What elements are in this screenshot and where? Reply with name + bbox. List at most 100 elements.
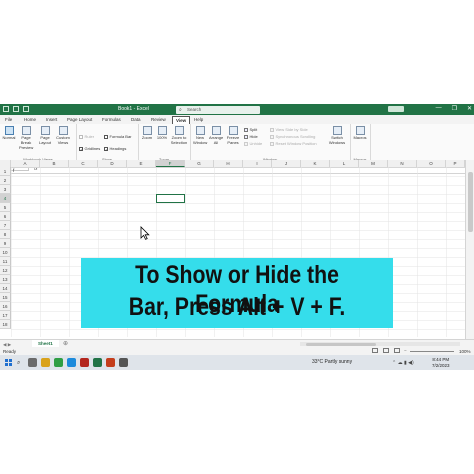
column-header[interactable]: O xyxy=(417,160,446,167)
zoom-button[interactable]: Zoom xyxy=(140,126,154,141)
column-header[interactable]: E xyxy=(127,160,156,167)
user-account[interactable] xyxy=(388,106,404,112)
column-header[interactable]: G xyxy=(185,160,214,167)
column-header[interactable]: I xyxy=(243,160,272,167)
row-header[interactable]: 2 xyxy=(0,176,11,185)
excel-taskbar-icon[interactable] xyxy=(93,358,102,367)
tab-formulas[interactable]: Formulas xyxy=(102,117,121,122)
reset-window-position-button[interactable]: Reset Window Position xyxy=(270,141,317,146)
undo-icon[interactable] xyxy=(23,106,29,112)
save-icon[interactable] xyxy=(13,106,19,112)
hide-button[interactable]: Hide xyxy=(244,134,258,139)
tab-page-layout[interactable]: Page Layout xyxy=(67,117,92,122)
normal-view-button[interactable]: Normal xyxy=(2,126,16,141)
search-box[interactable]: ⌕ Search xyxy=(176,105,260,114)
new-window-button[interactable]: New Window xyxy=(193,126,207,146)
tab-insert[interactable]: Insert xyxy=(46,117,57,122)
row-header[interactable]: 7 xyxy=(0,221,11,230)
column-header[interactable]: C xyxy=(69,160,98,167)
freeze-panes-button[interactable]: Freeze Panes xyxy=(226,126,240,146)
tab-help[interactable]: Help xyxy=(194,117,203,122)
column-header[interactable]: A xyxy=(11,160,40,167)
row-header[interactable]: 17 xyxy=(0,311,11,320)
edge-icon[interactable] xyxy=(67,358,76,367)
powerpoint-icon[interactable] xyxy=(106,358,115,367)
page-break-preview-button[interactable]: Page Break Preview xyxy=(19,126,33,150)
row-header[interactable]: 6 xyxy=(0,212,11,221)
app-icon[interactable] xyxy=(80,358,89,367)
column-header[interactable]: J xyxy=(272,160,301,167)
headings-checkbox[interactable]: ✓ Headings xyxy=(104,146,126,151)
horizontal-scrollbar[interactable] xyxy=(300,342,460,346)
scroll-thumb[interactable] xyxy=(306,342,376,346)
switch-windows-button[interactable]: Switch Windows xyxy=(326,126,348,146)
row-header[interactable]: 14 xyxy=(0,284,11,293)
file-explorer-icon[interactable] xyxy=(41,358,50,367)
custom-views-button[interactable]: Custom Views xyxy=(56,126,70,146)
column-header[interactable]: L xyxy=(330,160,359,167)
gridlines-checkbox[interactable]: ✓ Gridlines xyxy=(79,146,100,151)
close-button[interactable]: ✕ xyxy=(467,105,472,112)
view-side-by-side-button[interactable]: View Side by Side xyxy=(270,127,308,132)
row-header[interactable]: 5 xyxy=(0,203,11,212)
row-header[interactable]: 9 xyxy=(0,239,11,248)
clock[interactable]: 8:44 PM 7/2/2023 xyxy=(432,357,450,368)
tab-data[interactable]: Data xyxy=(131,117,141,122)
new-window-label: New Window xyxy=(193,135,208,145)
app-icon[interactable] xyxy=(119,358,128,367)
column-header[interactable]: D xyxy=(98,160,127,167)
column-header-active[interactable]: F xyxy=(156,160,185,167)
add-sheet-icon[interactable]: ⊕ xyxy=(63,340,68,347)
row-header[interactable]: 11 xyxy=(0,257,11,266)
macros-button[interactable]: Macros xyxy=(353,126,367,141)
task-view-icon[interactable] xyxy=(28,358,37,367)
row-header[interactable]: 16 xyxy=(0,302,11,311)
row-header[interactable]: 8 xyxy=(0,230,11,239)
row-header[interactable]: 3 xyxy=(0,185,11,194)
zoom-to-selection-button[interactable]: Zoom to Selection xyxy=(170,126,188,146)
chrome-icon[interactable] xyxy=(54,358,63,367)
zoom-level: 100% xyxy=(459,348,471,354)
column-header[interactable]: M xyxy=(359,160,388,167)
page-layout-view-button[interactable]: Page Layout xyxy=(38,126,52,146)
minimize-button[interactable]: — xyxy=(436,105,442,112)
system-tray-icon[interactable]: ⌃ ☁ ▮ ◀) xyxy=(392,360,414,366)
tab-file[interactable]: File xyxy=(5,117,12,122)
tab-home[interactable]: Home xyxy=(24,117,36,122)
row-header[interactable]: 12 xyxy=(0,266,11,275)
zoom-100-button[interactable]: 100% xyxy=(155,126,169,141)
column-header[interactable]: P xyxy=(446,160,465,167)
column-header[interactable]: N xyxy=(388,160,417,167)
row-header[interactable]: 15 xyxy=(0,293,11,302)
row-header[interactable]: 10 xyxy=(0,248,11,257)
group-zoom: Zoom 100% Zoom to Selection Zoom xyxy=(138,124,191,163)
row-header[interactable]: 13 xyxy=(0,275,11,284)
weather-widget[interactable]: 33°C Partly sunny xyxy=(312,359,352,365)
column-header[interactable]: H xyxy=(214,160,243,167)
tab-review[interactable]: Review xyxy=(151,117,166,122)
scroll-thumb[interactable] xyxy=(468,172,473,232)
taskbar-search-icon[interactable]: ⌕ xyxy=(17,360,20,367)
row-header[interactable]: 1 xyxy=(0,167,11,176)
column-header[interactable]: K xyxy=(301,160,330,167)
unhide-button[interactable]: Unhide xyxy=(244,141,262,146)
zoom-slider[interactable] xyxy=(410,350,454,352)
formula-bar-checkbox[interactable]: Formula Bar xyxy=(104,134,132,139)
row-header-active[interactable]: 4 xyxy=(0,194,11,203)
windows-start-icon[interactable] xyxy=(5,359,12,366)
page-layout-view-icon[interactable] xyxy=(383,348,389,353)
ruler-checkbox[interactable]: Ruler xyxy=(79,134,94,139)
autosave-icon[interactable] xyxy=(3,106,9,112)
synchronous-scrolling-button[interactable]: Synchronous Scrolling xyxy=(270,134,315,139)
selected-cell[interactable] xyxy=(156,194,185,203)
column-header[interactable]: B xyxy=(40,160,69,167)
vertical-scrollbar[interactable] xyxy=(465,160,474,343)
zoom-out-icon[interactable]: − xyxy=(404,348,407,353)
page-break-view-icon[interactable] xyxy=(394,348,400,353)
normal-view-icon[interactable] xyxy=(372,348,378,353)
row-header[interactable]: 18 xyxy=(0,320,11,329)
maximize-button[interactable]: ❐ xyxy=(452,105,457,112)
select-all-corner[interactable] xyxy=(0,160,11,167)
split-button[interactable]: Split xyxy=(244,127,257,132)
arrange-all-button[interactable]: Arrange All xyxy=(209,126,223,146)
